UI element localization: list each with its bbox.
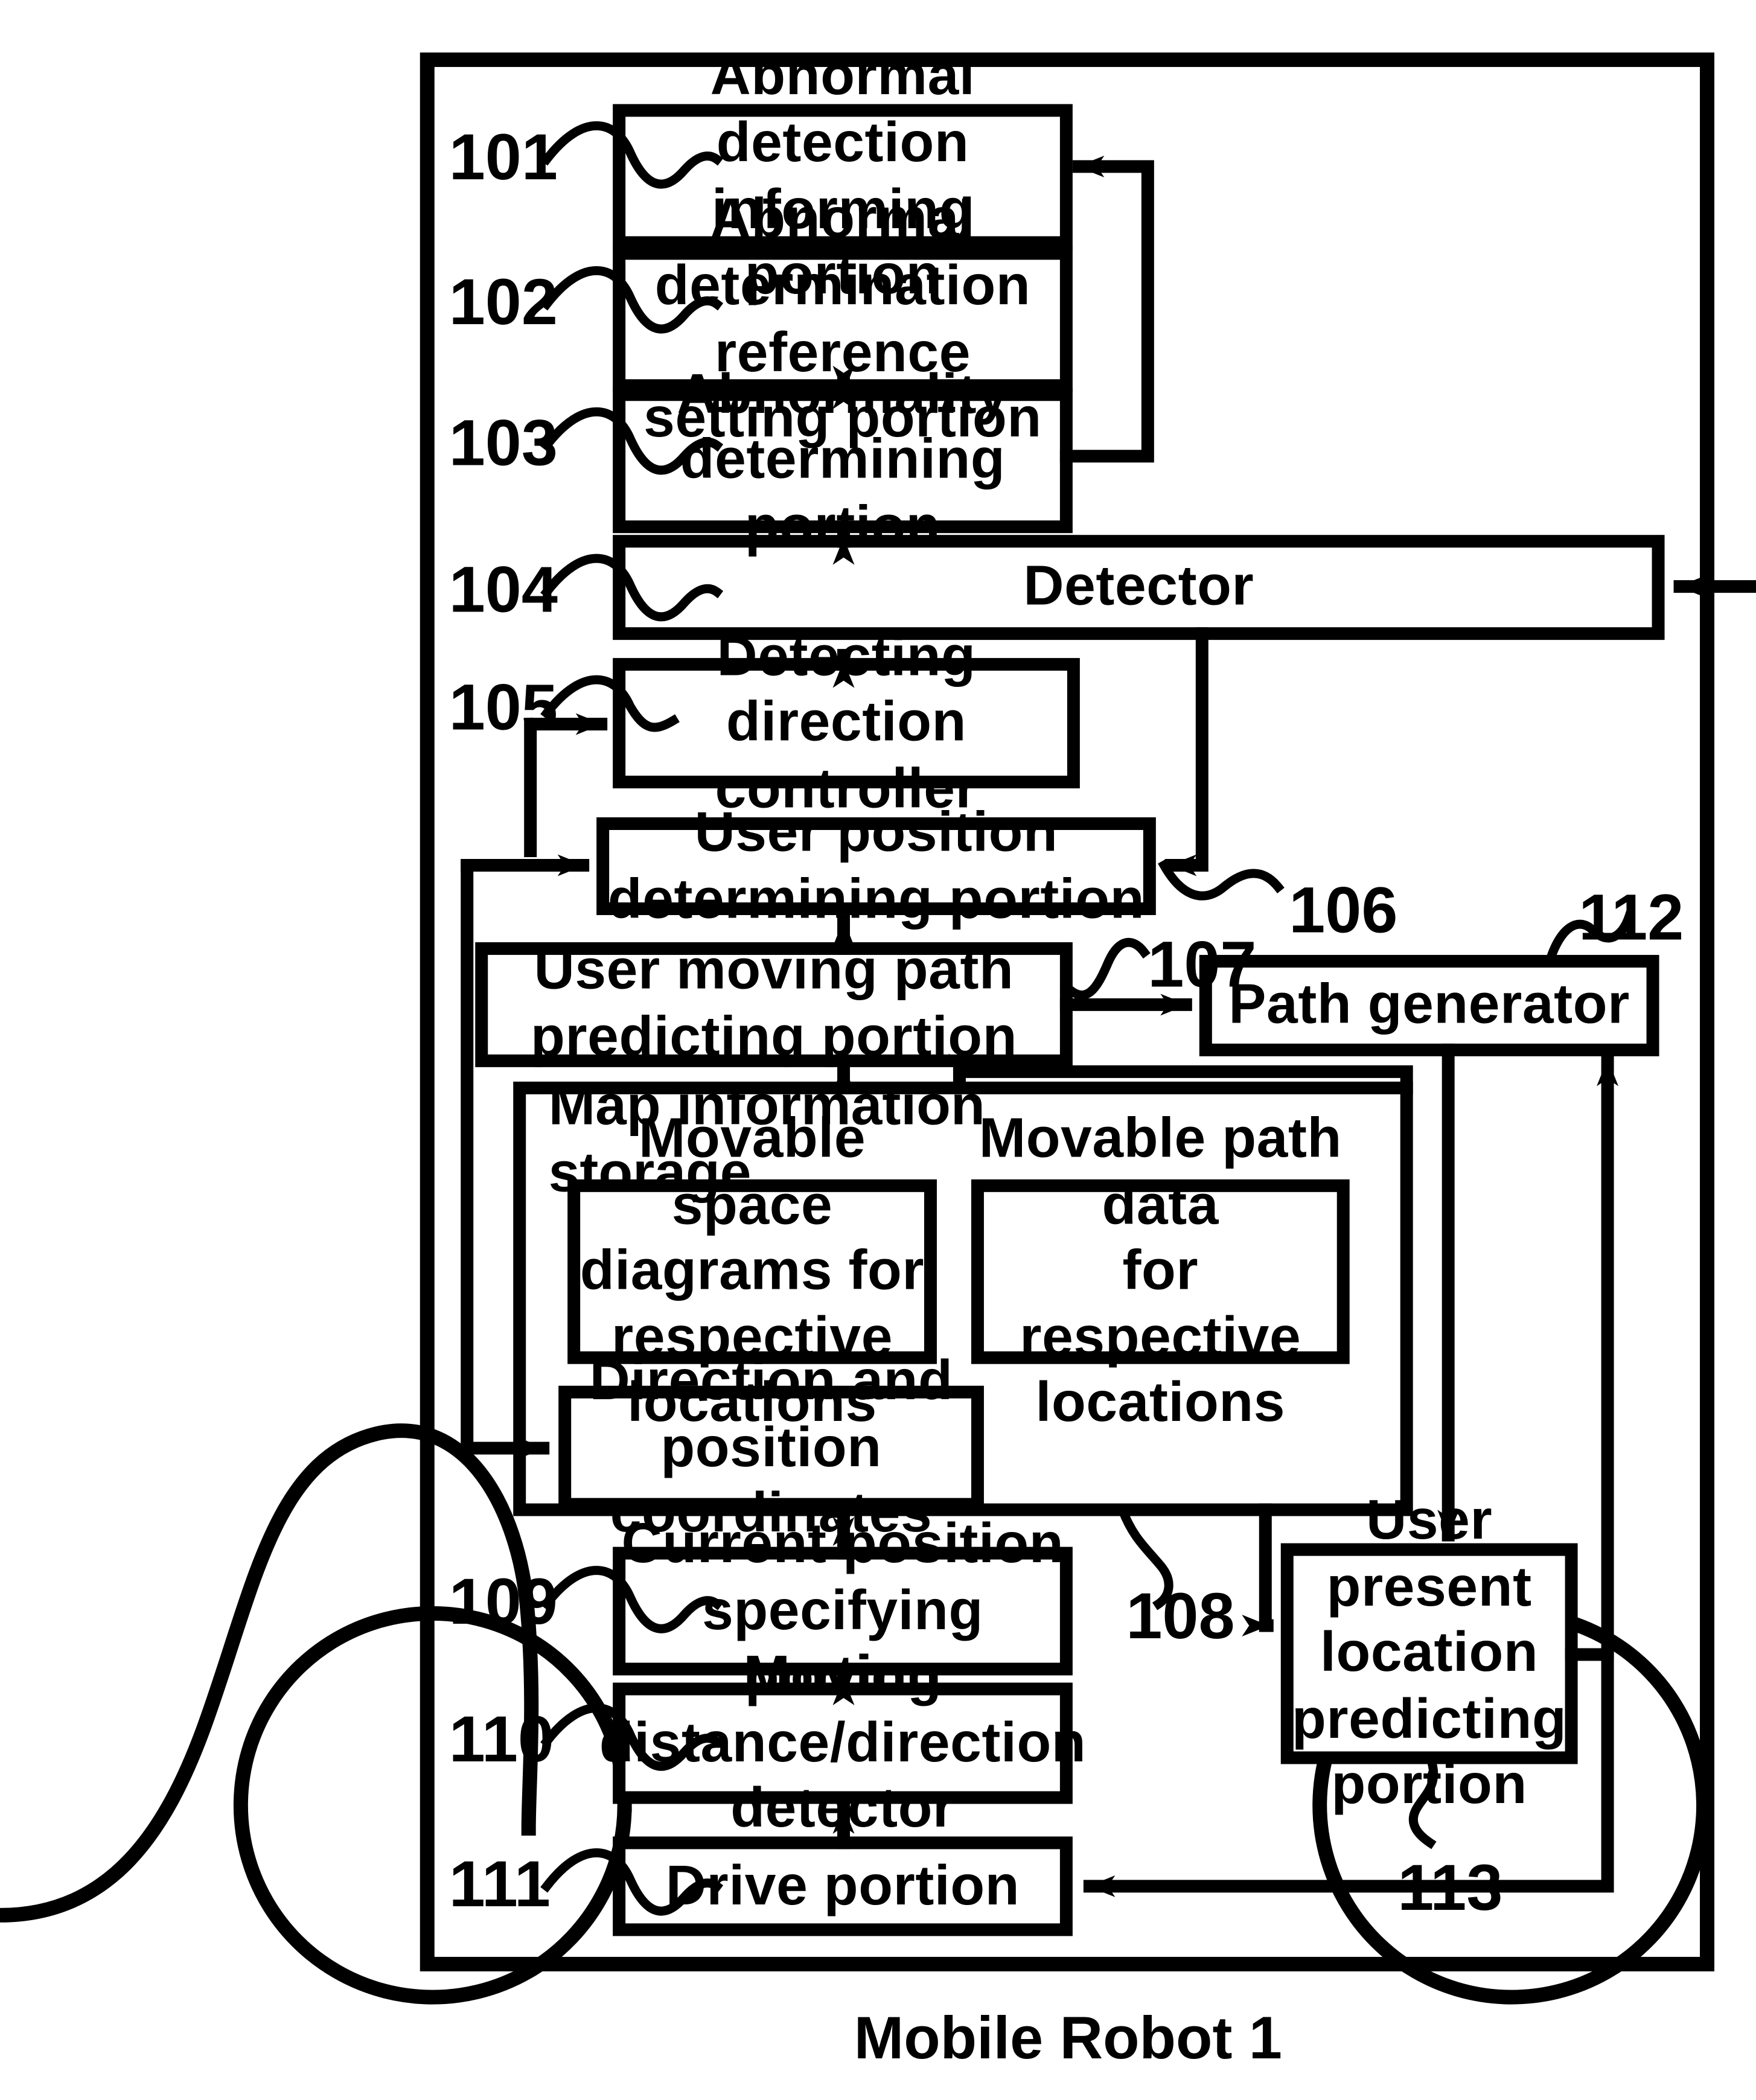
block-110-label: Moving distance/direction detector: [599, 1644, 1087, 1839]
block-112-label: Path generator: [1228, 972, 1630, 1036]
ref-113: 113: [1397, 1849, 1503, 1924]
block-111-label: Drive portion: [665, 1853, 1020, 1917]
movable-space-diagrams-label: Movable space diagrams for respective lo…: [579, 1106, 925, 1435]
ref-106: 106: [1289, 872, 1398, 947]
block-113-label: User present location predicting portion: [1291, 1488, 1567, 1816]
block-103-label: Abnormality determining portion: [677, 362, 1008, 558]
movable-path-data-label: Movable path data for respective locatio…: [979, 1106, 1342, 1435]
ref-102: 102: [449, 264, 558, 339]
robot-caption: Mobile Robot 1: [854, 2003, 1282, 2070]
block-106-label: User position determining portion: [607, 800, 1145, 930]
conn-108-to-113: [1242, 1503, 1274, 1637]
ref-109: 109: [449, 1564, 558, 1639]
ref-111: 111: [449, 1846, 551, 1921]
ref-112: 112: [1579, 879, 1684, 954]
ref-108: 108: [1126, 1578, 1235, 1653]
ref-101: 101: [449, 119, 558, 194]
ref-103: 103: [449, 405, 558, 480]
block-104-label: Detector: [1023, 554, 1254, 618]
direction-position-coordinates-label: Direction and position coordinates: [590, 1349, 953, 1545]
ref-105: 105: [449, 669, 558, 744]
ref-110: 110: [449, 1702, 554, 1776]
ref-104: 104: [449, 552, 558, 627]
block-107-label: User moving path predicting portion: [530, 938, 1018, 1068]
patent-figure-canvas: 101 102 103 104 105 106 107 112 108 109 …: [0, 0, 1756, 2070]
block-105-label: Detecting direction controller: [715, 624, 977, 820]
block-109-label: Current position specifying portion: [622, 1512, 1064, 1708]
